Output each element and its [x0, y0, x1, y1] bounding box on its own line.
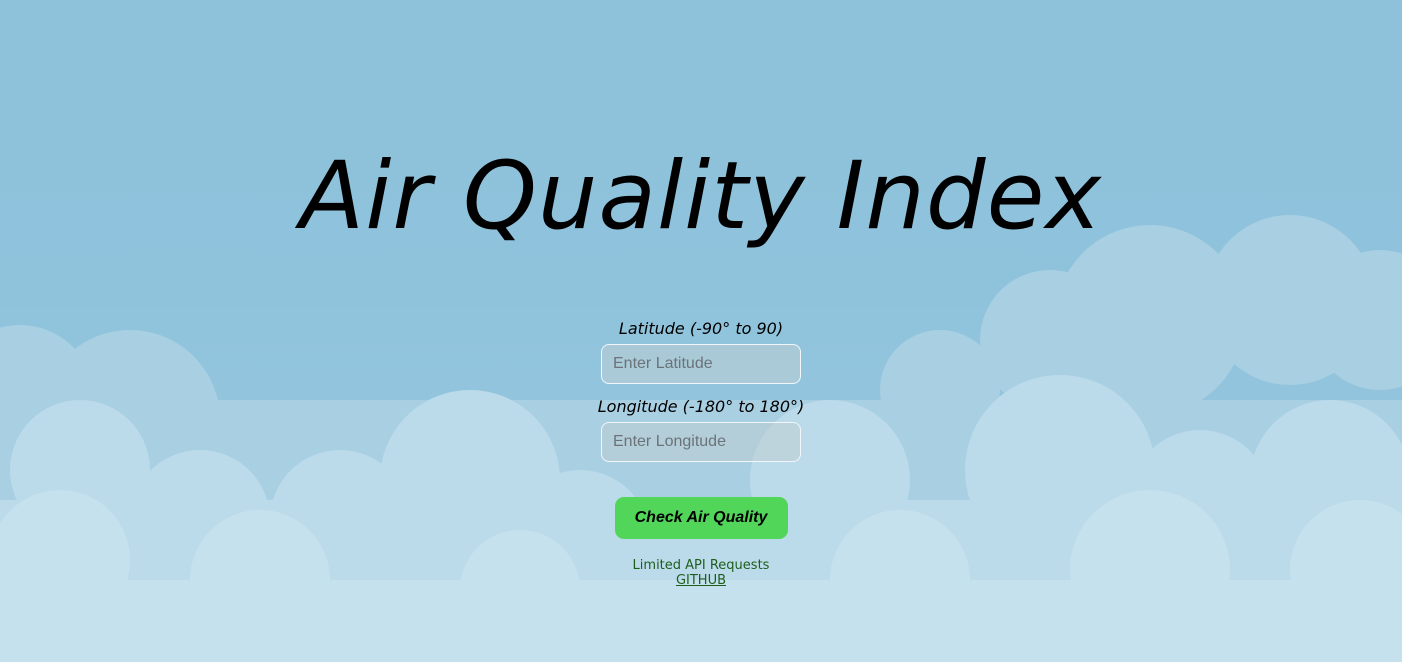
- page-title: Air Quality Index: [299, 142, 1103, 251]
- github-link[interactable]: GITHUB: [676, 573, 726, 588]
- check-air-quality-button[interactable]: Check Air Quality: [614, 497, 788, 539]
- longitude-label: Longitude (-180° to 180°): [597, 397, 805, 416]
- latitude-label: Latitude (-90° to 90): [618, 319, 784, 338]
- latitude-input[interactable]: [601, 344, 801, 384]
- api-limit-note: Limited API Requests: [632, 558, 770, 573]
- footer-note-block: Limited API Requests GITHUB: [633, 558, 770, 588]
- air-quality-form: Latitude (-90° to 90) Longitude (-180° t…: [0, 318, 1402, 588]
- longitude-input[interactable]: [601, 422, 801, 462]
